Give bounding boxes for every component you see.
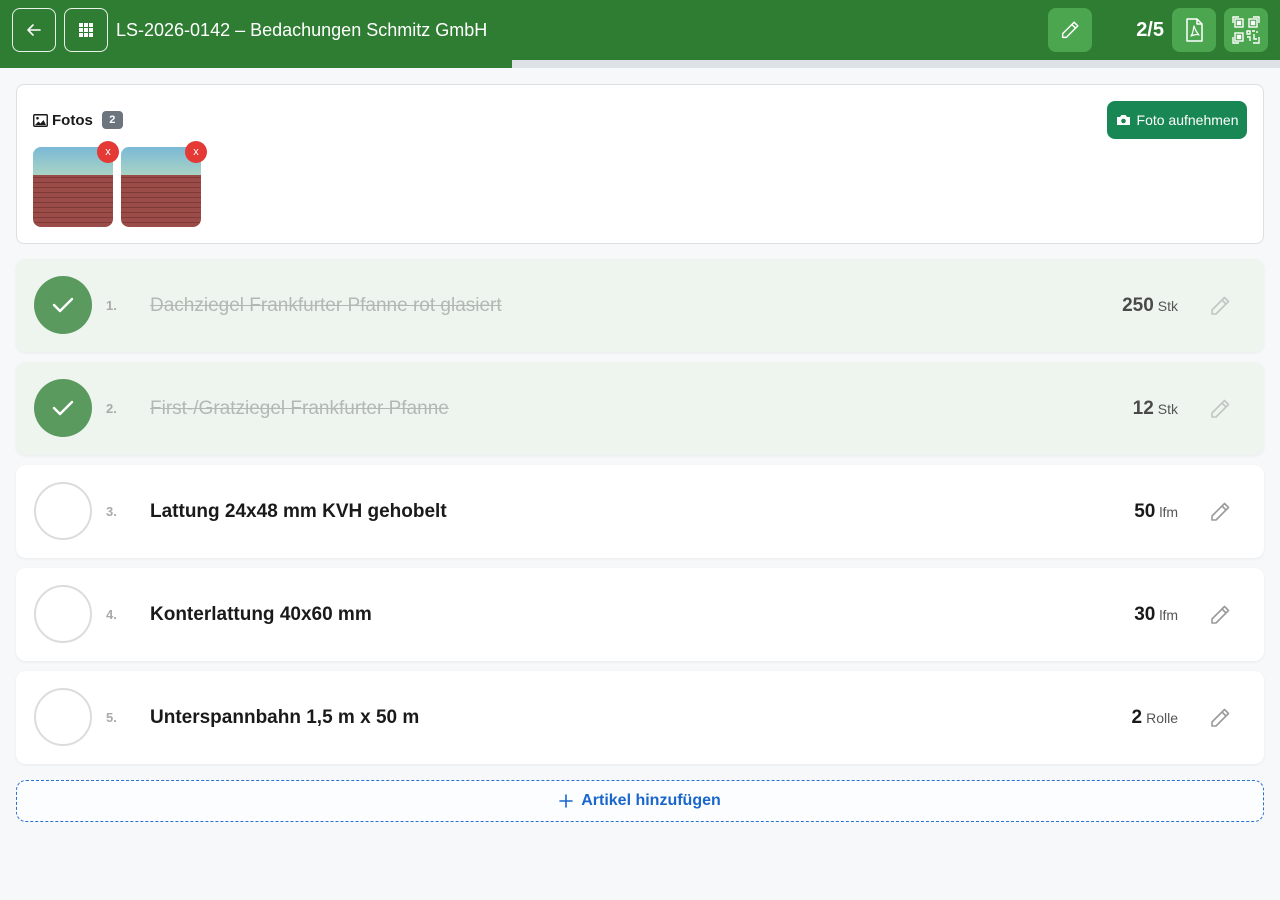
- delete-photo-button[interactable]: x: [185, 141, 207, 163]
- item-check-toggle[interactable]: [34, 688, 92, 746]
- progress-bar-fill: [0, 60, 512, 68]
- item-check-toggle[interactable]: [34, 585, 92, 643]
- list-item[interactable]: 4. Konterlattung 40x60 mm 30 lfm: [16, 568, 1264, 661]
- item-quantity: 2 Rolle: [1132, 671, 1178, 764]
- pencil-icon: [1061, 21, 1079, 39]
- pencil-icon: [1211, 399, 1230, 418]
- checkmark-icon: [52, 297, 74, 313]
- item-unit: Rolle: [1146, 710, 1178, 726]
- item-name: Konterlattung 40x60 mm: [150, 604, 372, 625]
- pencil-icon: [1211, 708, 1230, 727]
- item-quantity-value: 12: [1132, 398, 1154, 419]
- item-number: 2.: [106, 401, 117, 416]
- take-photo-label: Foto aufnehmen: [1136, 112, 1239, 128]
- app-header: LS-2026-0142 – Bedachungen Schmitz GmbH …: [0, 0, 1280, 60]
- item-unit: lfm: [1159, 504, 1178, 520]
- grid-icon: [79, 23, 93, 37]
- qr-code-icon: [1232, 16, 1260, 44]
- item-number: 3.: [106, 504, 117, 519]
- qr-code-button[interactable]: [1224, 8, 1268, 52]
- edit-item-button[interactable]: [1206, 498, 1234, 526]
- list-item[interactable]: 1. Dachziegel Frankfurter Pfanne rot gla…: [16, 259, 1264, 352]
- pencil-icon: [1211, 502, 1230, 521]
- item-quantity: 250 Stk: [1122, 259, 1178, 352]
- item-check-toggle[interactable]: [34, 276, 92, 334]
- item-name: Unterspannbahn 1,5 m x 50 m: [150, 707, 420, 728]
- edit-header-button[interactable]: [1048, 8, 1092, 52]
- edit-item-button[interactable]: [1206, 704, 1234, 732]
- pdf-file-icon: [1186, 18, 1203, 42]
- pdf-button[interactable]: [1172, 8, 1216, 52]
- progress-counter: 2/5: [1136, 19, 1164, 41]
- photos-card: Fotos 2 Foto aufnehmen x x: [16, 84, 1264, 244]
- camera-icon: [1116, 115, 1130, 125]
- delete-photo-button[interactable]: x: [97, 141, 119, 163]
- item-quantity-value: 250: [1122, 295, 1154, 316]
- item-name: Dachziegel Frankfurter Pfanne rot glasie…: [150, 295, 502, 316]
- add-item-button[interactable]: Artikel hinzufügen: [16, 780, 1264, 822]
- item-quantity: 50 lfm: [1134, 465, 1178, 558]
- photos-count-badge: 2: [101, 111, 123, 129]
- menu-grid-button[interactable]: [64, 8, 108, 52]
- item-quantity-value: 30: [1134, 604, 1156, 625]
- item-name: First-/Gratziegel Frankfurter Pfanne: [150, 398, 449, 419]
- item-quantity-value: 50: [1134, 501, 1156, 522]
- edit-item-button[interactable]: [1206, 601, 1234, 629]
- list-item[interactable]: 5. Unterspannbahn 1,5 m x 50 m 2 Rolle: [16, 671, 1264, 764]
- item-check-toggle[interactable]: [34, 379, 92, 437]
- pencil-icon: [1211, 605, 1230, 624]
- checkmark-icon: [52, 400, 74, 416]
- add-item-label: Artikel hinzufügen: [581, 792, 721, 809]
- list-item[interactable]: 3. Lattung 24x48 mm KVH gehobelt 50 lfm: [16, 465, 1264, 558]
- arrow-left-icon: [27, 24, 41, 36]
- item-name: Lattung 24x48 mm KVH gehobelt: [150, 501, 447, 522]
- photos-title: Fotos: [52, 111, 93, 129]
- edit-item-button[interactable]: [1206, 292, 1234, 320]
- item-number: 5.: [106, 710, 117, 725]
- item-number: 4.: [106, 607, 117, 622]
- item-number: 1.: [106, 298, 117, 313]
- item-unit: lfm: [1159, 607, 1178, 623]
- pencil-icon: [1211, 296, 1230, 315]
- image-icon: [33, 113, 48, 127]
- plus-icon: [559, 794, 574, 808]
- progress-bar: [0, 60, 1280, 68]
- list-item[interactable]: 2. First-/Gratziegel Frankfurter Pfanne …: [16, 362, 1264, 455]
- item-quantity-value: 2: [1131, 707, 1143, 728]
- item-unit: Stk: [1157, 401, 1178, 417]
- item-unit: Stk: [1157, 298, 1178, 314]
- item-quantity: 30 lfm: [1134, 568, 1178, 661]
- back-button[interactable]: [12, 8, 56, 52]
- item-check-toggle[interactable]: [34, 482, 92, 540]
- photos-heading: Fotos 2: [33, 111, 123, 129]
- edit-item-button[interactable]: [1206, 395, 1234, 423]
- item-quantity: 12 Stk: [1133, 362, 1178, 455]
- page-title: LS-2026-0142 – Bedachungen Schmitz GmbH: [116, 20, 488, 40]
- take-photo-button[interactable]: Foto aufnehmen: [1107, 101, 1247, 139]
